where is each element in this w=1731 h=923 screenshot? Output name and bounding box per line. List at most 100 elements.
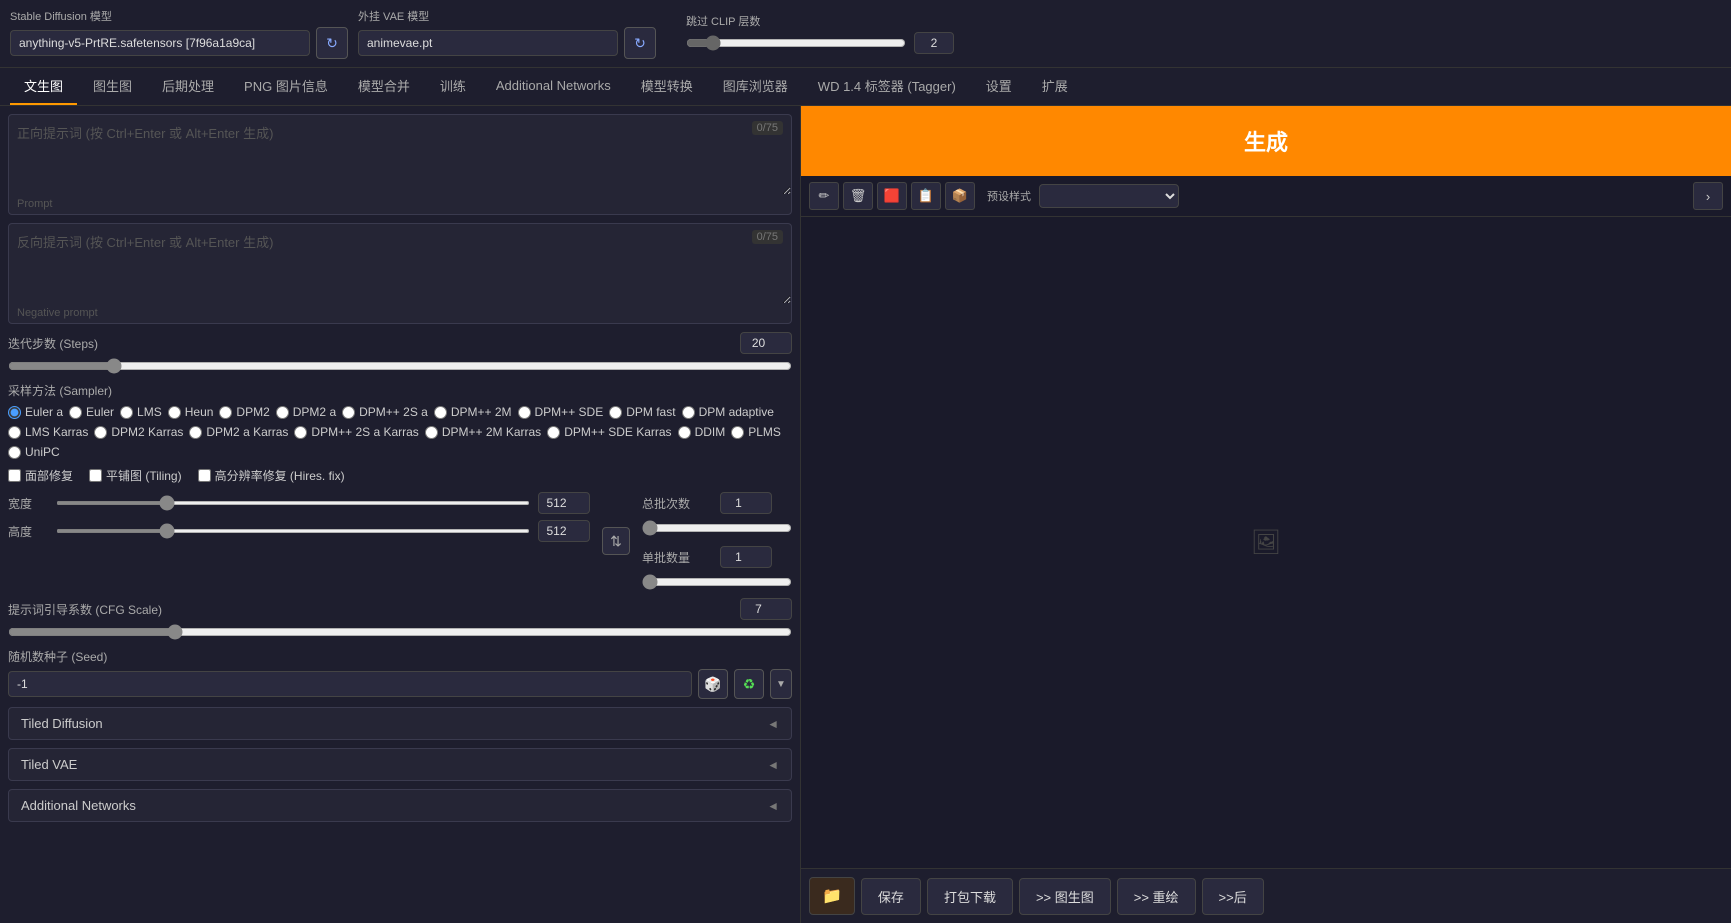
cfg-slider[interactable] <box>8 624 792 640</box>
generate-button[interactable]: 生成 <box>801 106 1731 176</box>
sampler-dpmadaptive[interactable]: DPM adaptive <box>682 405 774 419</box>
seed-extra-btn[interactable]: ▼ <box>770 669 792 699</box>
tab-extras[interactable]: 后期处理 <box>148 68 228 105</box>
cfg-input[interactable] <box>740 598 792 620</box>
tab-img2img[interactable]: 图生图 <box>79 68 146 105</box>
preset-select[interactable] <box>1039 184 1179 208</box>
steps-slider[interactable] <box>8 358 792 374</box>
to-img2img-btn[interactable]: >> 图生图 <box>1019 878 1111 915</box>
batch-count-input[interactable] <box>720 492 772 514</box>
clip-slider[interactable] <box>686 35 906 51</box>
additional-networks-arrow: ◄ <box>767 799 779 813</box>
sampler-dpmpp2sakarras[interactable]: DPM++ 2S a Karras <box>294 425 418 439</box>
sampler-lmskarras[interactable]: LMS Karras <box>8 425 88 439</box>
tab-additional-networks[interactable]: Additional Networks <box>482 70 625 103</box>
width-label: 宽度 <box>8 495 48 512</box>
expand-btn[interactable]: › <box>1693 182 1723 210</box>
vae-model-select[interactable]: animevae.pt <box>358 30 618 56</box>
tab-tagger[interactable]: WD 1.4 标签器 (Tagger) <box>804 68 970 105</box>
width-slider[interactable] <box>56 501 530 505</box>
steps-input[interactable] <box>740 332 792 354</box>
tiled-diffusion-accordion: Tiled Diffusion ◄ <box>8 707 792 740</box>
height-slider[interactable] <box>56 529 530 533</box>
tab-bar: 文生图 图生图 后期处理 PNG 图片信息 模型合并 训练 Additional… <box>0 68 1731 106</box>
tab-merge[interactable]: 模型合并 <box>344 68 424 105</box>
pencil-btn[interactable]: ✏ <box>809 182 839 210</box>
clip-slider-wrap: 2 <box>686 32 954 54</box>
face-restore-checkbox[interactable]: 面部修复 <box>8 467 73 484</box>
sampler-plms[interactable]: PLMS <box>731 425 781 439</box>
sampler-dpmpp2mkarras[interactable]: DPM++ 2M Karras <box>425 425 541 439</box>
steps-label-row: 迭代步数 (Steps) <box>8 332 792 354</box>
batch-count-slider[interactable] <box>642 520 792 536</box>
clip-value: 2 <box>914 32 954 54</box>
batch-section: 总批次数 单批数量 <box>642 492 792 590</box>
batch-size-label: 单批数量 <box>642 549 712 566</box>
additional-networks-header[interactable]: Additional Networks ◄ <box>9 790 791 821</box>
sampler-unipc[interactable]: UniPC <box>8 445 60 459</box>
save-export-btn[interactable]: 🟥 <box>877 182 907 210</box>
right-panel: 生成 ✏ 🗑 🟥 📋 📦 预设样式 <box>800 106 1731 923</box>
seed-input[interactable] <box>8 671 692 697</box>
tiled-vae-header[interactable]: Tiled VAE ◄ <box>9 749 791 780</box>
folder-btn[interactable]: 📁 <box>809 877 855 915</box>
sampler-dpm2karras[interactable]: DPM2 Karras <box>94 425 183 439</box>
copy-btn[interactable]: 📋 <box>911 182 941 210</box>
negative-prompt-input[interactable] <box>9 224 791 304</box>
sampler-dpmppsdekarras[interactable]: DPM++ SDE Karras <box>547 425 671 439</box>
tiled-diffusion-header[interactable]: Tiled Diffusion ◄ <box>9 708 791 739</box>
tab-pnginfo[interactable]: PNG 图片信息 <box>230 68 342 105</box>
sampler-dpm2a[interactable]: DPM2 a <box>276 405 336 419</box>
sampler-euler[interactable]: Euler <box>69 405 114 419</box>
toolbar-row: ✏ 🗑 🟥 📋 📦 预设样式 <box>801 176 1731 217</box>
cfg-label: 提示词引导系数 (CFG Scale) <box>8 601 162 618</box>
sampler-dpm2akarras[interactable]: DPM2 a Karras <box>189 425 288 439</box>
cfg-section: 提示词引导系数 (CFG Scale) <box>8 598 792 640</box>
hires-fix-label: 高分辨率修复 (Hires. fix) <box>215 467 345 484</box>
sd-model-select[interactable]: anything-v5-PrtRE.safetensors [7f96a1a9c… <box>10 30 310 56</box>
batch-size-slider[interactable] <box>642 574 792 590</box>
width-input[interactable] <box>538 492 590 514</box>
trash-icon: 🗑 <box>850 188 867 204</box>
batch-size-input[interactable] <box>720 546 772 568</box>
trash-btn[interactable]: 🗑 <box>843 182 873 210</box>
recycle-icon: ♻ <box>743 676 756 693</box>
tiled-vae-title: Tiled VAE <box>21 757 77 772</box>
zip-btn[interactable]: 📦 <box>945 182 975 210</box>
sampler-dpmfast[interactable]: DPM fast <box>609 405 675 419</box>
tab-image-browser[interactable]: 图库浏览器 <box>709 68 802 105</box>
hires-fix-checkbox[interactable]: 高分辨率修复 (Hires. fix) <box>198 467 345 484</box>
swap-dimensions-btn[interactable]: ⇅ <box>602 527 630 555</box>
sampler-lms[interactable]: LMS <box>120 405 162 419</box>
sampler-ddim[interactable]: DDIM <box>678 425 726 439</box>
positive-prompt-input[interactable] <box>9 115 791 195</box>
tab-txt2img[interactable]: 文生图 <box>10 68 77 105</box>
tab-train[interactable]: 训练 <box>426 68 480 105</box>
sampler-dpmppsde[interactable]: DPM++ SDE <box>518 405 604 419</box>
tab-extensions[interactable]: 扩展 <box>1028 68 1082 105</box>
sampler-dpmpp2m[interactable]: DPM++ 2M <box>434 405 512 419</box>
seed-recycle-btn[interactable]: ♻ <box>734 669 764 699</box>
save-btn[interactable]: 保存 <box>861 878 921 915</box>
seed-dice-btn[interactable]: 🎲 <box>698 669 728 699</box>
height-label: 高度 <box>8 523 48 540</box>
tab-settings[interactable]: 设置 <box>972 68 1026 105</box>
sampler-dpmpp2sa[interactable]: DPM++ 2S a <box>342 405 428 419</box>
options-row: 面部修复 平铺图 (Tiling) 高分辨率修复 (Hires. fix) <box>8 467 792 484</box>
sampler-heun[interactable]: Heun <box>168 405 214 419</box>
tiling-checkbox[interactable]: 平铺图 (Tiling) <box>89 467 182 484</box>
sampler-dpm2[interactable]: DPM2 <box>219 405 269 419</box>
height-input[interactable] <box>538 520 590 542</box>
canvas-area: 🖼 <box>801 217 1731 868</box>
tab-model-convert[interactable]: 模型转换 <box>627 68 707 105</box>
copy-icon: 📋 <box>918 188 934 204</box>
zip-icon: 📦 <box>952 188 968 204</box>
height-row: 高度 <box>8 520 590 542</box>
vae-model-refresh-btn[interactable]: ↻ <box>624 27 656 59</box>
sampler-euler-a[interactable]: Euler a <box>8 405 63 419</box>
to-extras-btn[interactable]: >>后 <box>1202 878 1264 915</box>
download-btn[interactable]: 打包下载 <box>927 878 1013 915</box>
to-inpaint-btn[interactable]: >> 重绘 <box>1117 878 1196 915</box>
vae-model-section: 外挂 VAE 模型 animevae.pt ↻ <box>358 8 656 59</box>
sd-model-refresh-btn[interactable]: ↻ <box>316 27 348 59</box>
